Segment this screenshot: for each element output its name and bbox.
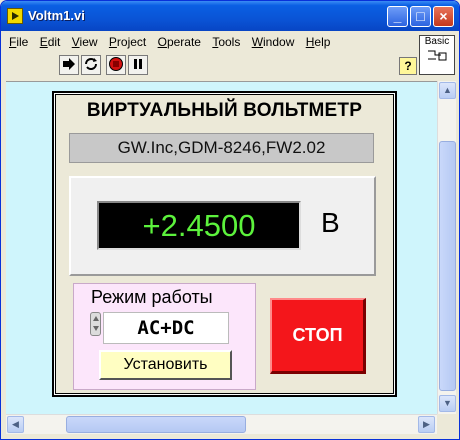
scroll-down-icon[interactable]: ▼ [439, 395, 456, 412]
menu-file[interactable]: File [5, 33, 32, 49]
menu-view[interactable]: View [68, 33, 102, 49]
menu-operate[interactable]: Operate [154, 33, 205, 49]
labview-window: Voltm1.vi _ □ × File Edit View Project O… [0, 0, 460, 440]
context-help-button[interactable]: ? [399, 57, 417, 75]
menu-bar: File Edit View Project Operate Tools Win… [5, 33, 415, 53]
horizontal-scroll-thumb[interactable] [66, 416, 246, 433]
vertical-scrollbar[interactable]: ▲ ▼ [437, 81, 456, 414]
window-title: Voltm1.vi [28, 8, 85, 23]
unit-label: В [321, 207, 340, 238]
menu-edit[interactable]: Edit [36, 33, 65, 49]
scroll-corner [437, 414, 456, 434]
horizontal-scrollbar[interactable]: ◀ ▶ [6, 414, 437, 434]
pause-icon[interactable] [128, 55, 148, 75]
run-continuously-icon[interactable] [81, 55, 101, 75]
mode-selector[interactable]: AC+DC [103, 312, 229, 344]
app-title: ВИРТУАЛЬНЫЙ ВОЛЬТМЕТР [86, 100, 363, 121]
vi-icon [7, 8, 23, 24]
palette-icon[interactable]: Basic [419, 35, 455, 75]
mode-spinner-icon[interactable] [90, 312, 101, 336]
scroll-left-icon[interactable]: ◀ [7, 416, 24, 433]
palette-label: Basic [424, 36, 450, 47]
title-bar[interactable]: Voltm1.vi _ □ × [1, 1, 459, 31]
mode-label: Режим работы [91, 287, 213, 307]
menu-help[interactable]: Help [302, 33, 335, 49]
stop-button[interactable]: СТОП [270, 298, 366, 374]
menu-tools[interactable]: Tools [208, 33, 244, 49]
vertical-scroll-thumb[interactable] [439, 141, 456, 391]
device-id-indicator: GW.Inc,GDM-8246,FW2.02 [69, 133, 374, 163]
maximize-button[interactable]: □ [410, 6, 431, 27]
voltage-readout: +2.4500 [97, 201, 301, 250]
close-button[interactable]: × [433, 6, 454, 27]
toolbar [5, 53, 417, 79]
menu-project[interactable]: Project [105, 33, 150, 49]
scroll-up-icon[interactable]: ▲ [439, 82, 456, 99]
run-arrow-icon[interactable] [59, 55, 79, 75]
abort-icon[interactable] [106, 55, 126, 75]
menu-window[interactable]: Window [248, 33, 299, 49]
minimize-button[interactable]: _ [387, 6, 408, 27]
scroll-right-icon[interactable]: ▶ [418, 416, 435, 433]
set-button[interactable]: Установить [99, 350, 232, 380]
